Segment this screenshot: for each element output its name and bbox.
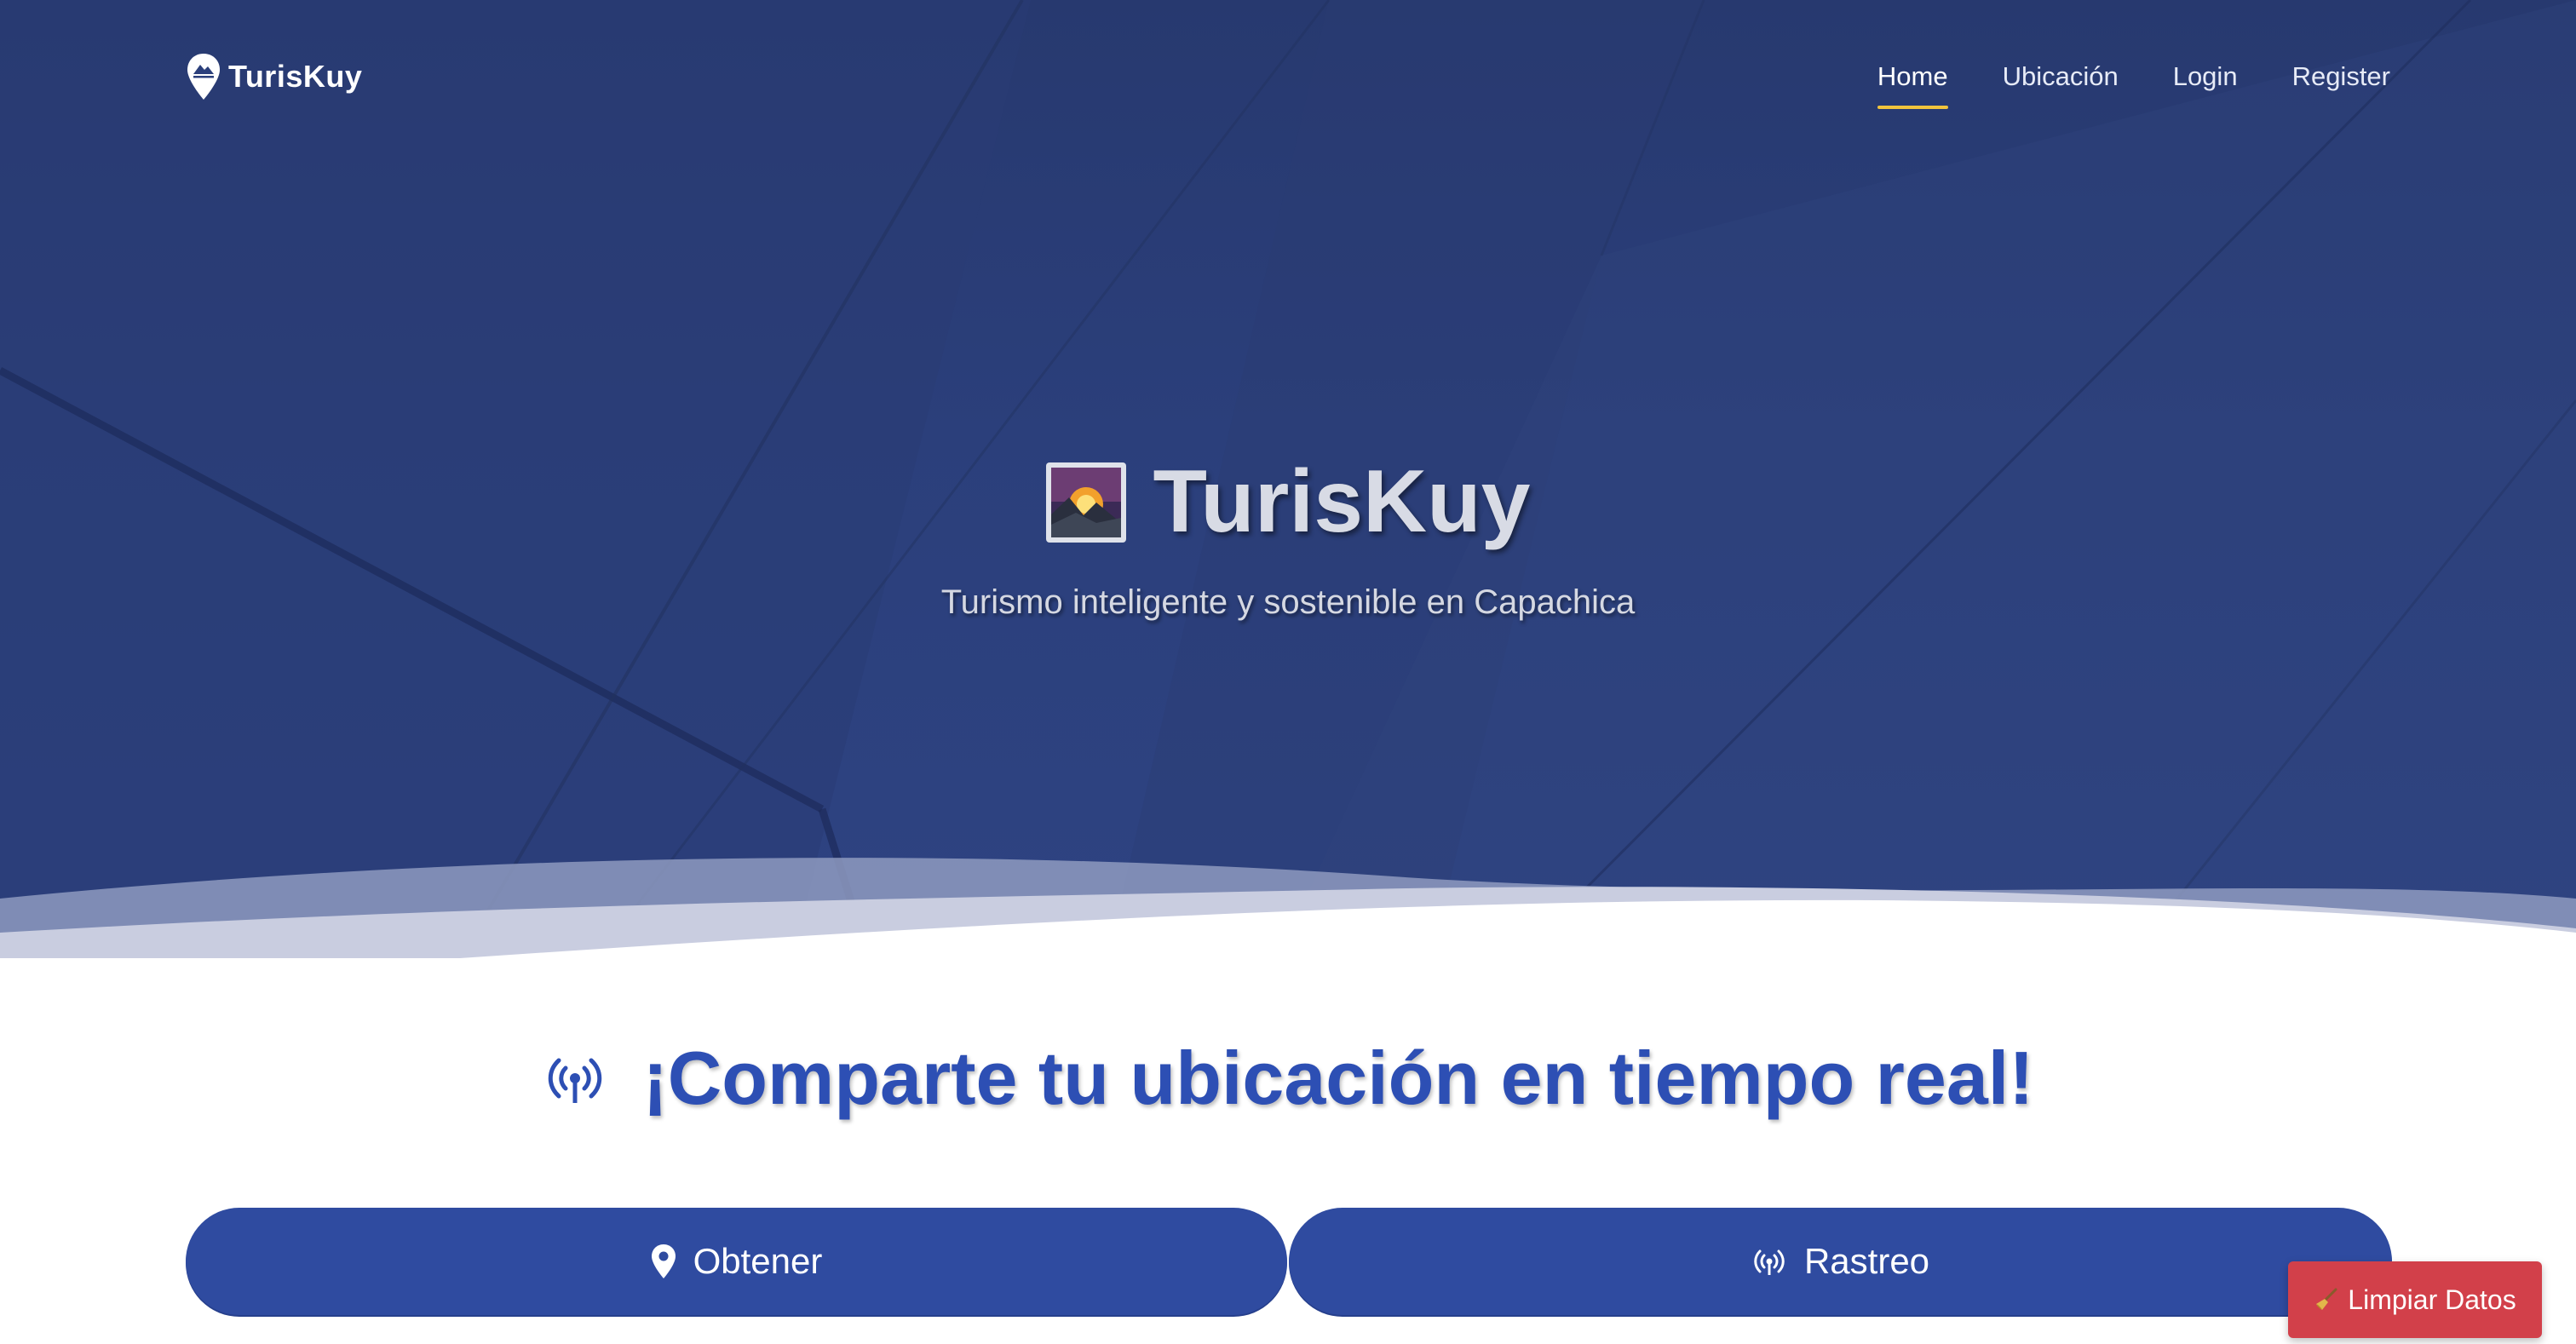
sunrise-over-mountains-icon: [1046, 462, 1127, 543]
rastreo-button[interactable]: Rastreo: [1289, 1208, 2392, 1315]
broadcast-icon: [549, 1058, 602, 1103]
rastreo-button-label: Rastreo: [1803, 1241, 1930, 1281]
location-pin-mountain-icon: [187, 54, 220, 100]
nav-link-login[interactable]: Login: [2173, 56, 2238, 97]
broadcast-icon: [1754, 1249, 1785, 1275]
share-heading-row: ¡Comparte tu ubicación en tiempo real!: [0, 1035, 2576, 1122]
clear-data-button[interactable]: Limpiar Datos: [2288, 1261, 2542, 1338]
broom-icon: [2316, 1288, 2337, 1310]
hero-title-row: TurisKuy: [1045, 451, 1531, 553]
hero-wave-divider: [0, 858, 2576, 958]
obtener-button-label: Obtener: [693, 1241, 823, 1281]
nav-link-ubicacion[interactable]: Ubicación: [2003, 56, 2119, 97]
hero-section: TurisKuy Home Ubicación Login Register T…: [0, 0, 2576, 958]
hero-subtitle: Turismo inteligente y sostenible en Capa…: [940, 583, 1636, 621]
nav-link-home[interactable]: Home: [1877, 56, 1948, 109]
hero-content: TurisKuy Turismo inteligente y sostenibl…: [0, 451, 2576, 622]
nav-links: Home Ubicación Login Register: [1877, 56, 2390, 109]
brand-name: TurisKuy: [228, 59, 363, 94]
map-pin-icon: [651, 1244, 676, 1278]
share-buttons: Obtener Rastreo: [186, 1208, 2392, 1317]
hero-title: TurisKuy: [1153, 452, 1531, 551]
navbar: TurisKuy Home Ubicación Login Register: [0, 0, 2576, 153]
nav-link-register[interactable]: Register: [2292, 56, 2390, 97]
brand-logo[interactable]: TurisKuy: [186, 53, 362, 101]
share-heading: ¡Comparte tu ubicación en tiempo real!: [642, 1036, 2034, 1120]
clear-data-label: Limpiar Datos: [2348, 1284, 2516, 1315]
obtener-button[interactable]: Obtener: [186, 1208, 1287, 1315]
